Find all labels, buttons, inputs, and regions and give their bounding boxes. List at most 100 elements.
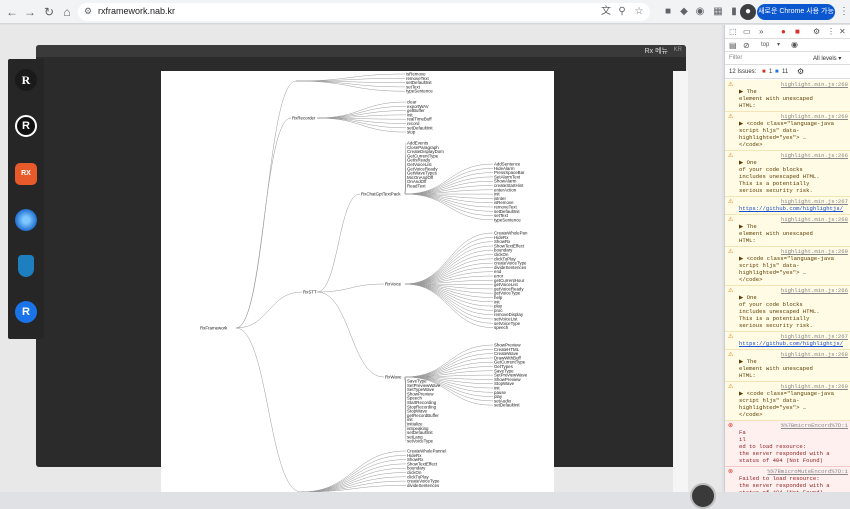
source-location-link[interactable]: highlight.min.js:268 <box>739 81 848 88</box>
zoom-icon[interactable]: ⚲ <box>614 4 630 20</box>
console-warning-message[interactable]: ⚠highlight.min.js:268▶ Theelement with u… <box>725 350 850 382</box>
kebab-icon[interactable]: ⋮ <box>827 27 835 36</box>
message-line: ▶ One <box>739 159 848 166</box>
source-location-link[interactable]: highlight.min.js:266 <box>739 152 848 159</box>
context-dropdown-icon[interactable]: ▾ <box>777 41 780 48</box>
message-link[interactable]: https://github.com/highlightjs/ <box>739 340 848 347</box>
tree-root-node[interactable]: RxFramework <box>200 326 228 331</box>
extension-icon[interactable]: ■ <box>660 4 676 20</box>
tree-node-rxwave[interactable]: RxWave <box>385 375 402 380</box>
source-location-link[interactable]: highlight.min.js:269 <box>739 113 848 120</box>
source-location-link[interactable]: highlight.min.js:267 <box>739 198 848 205</box>
levels-dropdown[interactable]: All levels ▾ <box>813 55 841 62</box>
eye-icon[interactable]: ◉ <box>791 40 798 49</box>
console-warning-message[interactable]: ⚠highlight.min.js:266▶ Oneof your code b… <box>725 151 850 197</box>
rx-logo-icon[interactable]: R <box>15 69 37 91</box>
console-error-message[interactable]: ⊗ %%7BmicroMuteEncord%7D:1Failed to load … <box>725 467 850 492</box>
home-icon[interactable]: ⌂ <box>59 4 75 20</box>
extension-icon[interactable]: ◆ <box>676 4 692 20</box>
translate-icon[interactable]: 文 <box>598 4 614 20</box>
warning-icon: ⚠ <box>728 152 733 159</box>
profile-avatar-icon[interactable]: ● <box>740 4 756 20</box>
tree-node-rxstt[interactable]: RxSTT <box>303 290 317 295</box>
source-location-link[interactable]: %%7BmicroEncord%7D:1 <box>739 422 848 429</box>
tree-leaf[interactable]: divideSentences <box>407 483 440 488</box>
source-location-link[interactable]: highlight.min.js:269 <box>739 383 848 390</box>
message-line: </code> <box>739 411 848 418</box>
devtools-tab-bar: ⬚ ▭ » ● ■ ⚙ ⋮ ✕ <box>725 25 850 39</box>
console-warning-message[interactable]: ⚠ highlight.min.js:267https://github.com/… <box>725 197 850 215</box>
console-warning-message[interactable]: ⚠highlight.min.js:266▶ Oneof your code b… <box>725 286 850 332</box>
console-warning-message[interactable]: ⚠highlight.min.js:268▶ Theelement with u… <box>725 215 850 247</box>
tree-leaf[interactable]: typeSentence <box>494 217 521 222</box>
tree-leaf[interactable]: typeSentence <box>406 89 433 94</box>
message-line: This is a potentially <box>739 180 848 187</box>
context-select[interactable]: top <box>761 42 769 48</box>
message-line: highlighted="yes"> … <box>739 404 848 411</box>
console-warning-message[interactable]: ⚠highlight.min.js:268▶ Theelement with u… <box>725 80 850 112</box>
rx-badge-icon[interactable]: RX <box>15 163 37 185</box>
inspect-icon[interactable]: ⬚ <box>729 27 737 36</box>
back-icon[interactable]: ← <box>4 4 20 20</box>
settings-gear-icon[interactable]: ⚙ <box>813 27 820 36</box>
puzzle-icon[interactable]: ▦ <box>710 4 726 20</box>
console-toolbar: ▤ ⊘ top ▾ ◉ <box>725 39 850 52</box>
tree-leaf[interactable]: ReadText <box>407 184 426 189</box>
tree-node-rxrecorder[interactable]: RxRecorder <box>292 116 316 121</box>
site-info-icon[interactable]: ⚙ <box>84 6 92 17</box>
issue-count-icon[interactable]: ■ <box>795 27 800 36</box>
url-text: rxframework.nab.kr <box>98 6 175 16</box>
sidebar-toggle-icon[interactable]: ▤ <box>729 41 737 50</box>
issues-bar[interactable]: 12 Issues: ■ 1 ■ 11 ⚙ <box>725 65 850 79</box>
tree-leaf[interactable]: stop <box>407 130 416 135</box>
console-warning-message[interactable]: ⚠highlight.min.js:269▶ <code class="lang… <box>725 382 850 421</box>
source-location-link[interactable]: highlight.min.js:267 <box>739 333 848 340</box>
message-line: ▶ One <box>739 294 848 301</box>
source-location-link[interactable]: highlight.min.js:269 <box>739 248 848 255</box>
source-location-link[interactable]: highlight.min.js:268 <box>739 351 848 358</box>
floating-action-icon[interactable] <box>690 483 716 509</box>
console-warning-message[interactable]: ⚠highlight.min.js:269▶ <code class="lang… <box>725 112 850 151</box>
message-line: HTML: <box>739 102 848 109</box>
shield-icon[interactable] <box>18 255 34 277</box>
tree-leaf[interactable]: setVoiceType <box>407 439 434 444</box>
reload-icon[interactable]: ↻ <box>41 4 57 20</box>
close-icon[interactable]: ✕ <box>839 27 846 36</box>
dial-icon[interactable] <box>15 209 37 231</box>
source-location-link[interactable]: %%7BmicroMuteEncord%7D:1 <box>739 468 848 475</box>
error-icon: ⊗ <box>728 468 733 475</box>
clear-console-icon[interactable]: ⊘ <box>743 41 750 50</box>
update-chrome-button[interactable]: 새로운 Chrome 사용 가능 <box>757 4 835 20</box>
source-location-link[interactable]: highlight.min.js:266 <box>739 287 848 294</box>
more-tabs-icon[interactable]: » <box>759 27 763 36</box>
tree-link <box>301 464 406 492</box>
tree-node-rxchatgpt[interactable]: RxChatGptTextPack <box>361 192 401 197</box>
message-line: Failed to load resource: <box>739 475 848 482</box>
r-blue-icon[interactable]: R <box>15 301 37 323</box>
console-warning-message[interactable]: ⚠highlight.min.js:269▶ <code class="lang… <box>725 247 850 286</box>
tree-link <box>317 284 384 292</box>
console-error-message[interactable]: ⊗%%7BmicroEncord%7D:1Failed to load reso… <box>725 421 850 467</box>
error-count-icon[interactable]: ● <box>781 27 786 36</box>
address-bar[interactable]: ⚙ rxframework.nab.kr <box>78 3 650 21</box>
issues-settings-icon[interactable]: ⚙ <box>797 67 804 76</box>
filter-input[interactable]: Filter <box>729 55 742 61</box>
tree-leaf[interactable]: speech <box>494 325 509 330</box>
rx-menu-label[interactable]: Rx 메뉴 <box>645 46 668 56</box>
warning-icon: ⚠ <box>728 248 733 255</box>
tree-node-rxvoice[interactable]: RxVoice <box>385 282 402 287</box>
warning-icon: ⚠ <box>728 198 733 205</box>
extension-icon[interactable]: ◉ <box>692 4 708 20</box>
tree-link <box>317 102 406 118</box>
source-location-link[interactable]: highlight.min.js:268 <box>739 216 848 223</box>
tree-leaf[interactable]: setDefaultInit <box>494 403 520 408</box>
lang-label[interactable]: KR <box>674 47 682 53</box>
r-circle-icon[interactable]: R <box>15 115 37 137</box>
bookmark-star-icon[interactable]: ☆ <box>631 4 647 20</box>
menu-kebab-icon[interactable]: ⋮ <box>836 4 850 20</box>
forward-icon[interactable]: → <box>22 4 38 20</box>
message-link[interactable]: https://github.com/highlightjs/ <box>739 205 848 212</box>
issues-error-count: 1 <box>769 69 772 75</box>
console-warning-message[interactable]: ⚠highlight.min.js:267https://github.com/… <box>725 332 850 350</box>
device-toggle-icon[interactable]: ▭ <box>743 27 751 36</box>
